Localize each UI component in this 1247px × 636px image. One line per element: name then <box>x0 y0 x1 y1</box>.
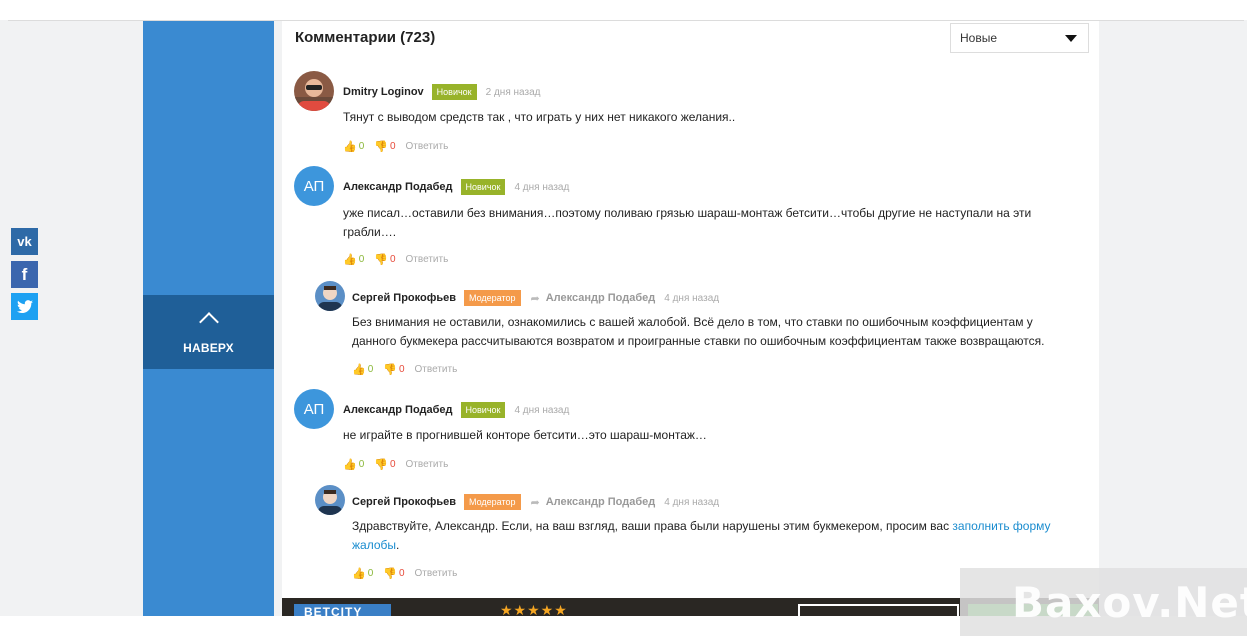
sort-select[interactable]: Новые <box>950 23 1089 53</box>
rank-badge: Модератор <box>464 290 521 306</box>
comments-panel: Комментарии (723) Новые Dmitry Loginov Н… <box>282 21 1099 616</box>
thumbs-down-icon[interactable]: 👎 <box>374 253 388 266</box>
dropdown-arrow-icon <box>1065 35 1077 42</box>
comment-date: 2 дня назад <box>485 86 541 98</box>
comment-header: Dmitry Loginov Новичок 2 дня назад <box>343 84 540 100</box>
comment-date: 4 дня назад <box>514 404 570 416</box>
vk-share-icon[interactable]: vk <box>11 228 38 255</box>
comment-item: АП Александр Подабед Новичок 4 дня назад… <box>294 389 1084 479</box>
reply-link[interactable]: Ответить <box>415 364 458 375</box>
rank-badge: Новичок <box>431 84 477 100</box>
dislikes-count: 0 <box>398 568 405 579</box>
reply-to-name[interactable]: Александр Подабед <box>546 292 656 304</box>
comment-text: Без внимания не оставили, ознакомились с… <box>352 315 1045 348</box>
comment-text: Здравствуйте, Александр. Если, на ваш вз… <box>352 517 1077 555</box>
thumbs-up-icon[interactable]: 👍 <box>343 140 357 153</box>
thumbs-down-icon[interactable]: 👎 <box>383 567 397 580</box>
banner-outline-button[interactable] <box>798 604 959 616</box>
facebook-share-icon[interactable]: f <box>11 261 38 288</box>
comment-reply-item: Сергей Прокофьев Модератор ➦ Александр П… <box>315 281 1085 381</box>
reply-to-name[interactable]: Александр Подабед <box>546 496 656 508</box>
reply-link[interactable]: Ответить <box>415 568 458 579</box>
reply-link[interactable]: Ответить <box>406 459 449 470</box>
back-to-top-label: НАВЕРХ <box>183 341 234 355</box>
reply-arrow-icon: ➦ <box>530 292 540 305</box>
comment-header: Сергей Прокофьев Модератор ➦ Александр П… <box>352 494 719 510</box>
bookmaker-logo: BETCITY <box>294 604 391 616</box>
reply-link[interactable]: Ответить <box>406 254 449 265</box>
back-to-top-button[interactable]: НАВЕРХ <box>143 295 274 369</box>
comment-actions: 👍 0 👎 0 Ответить <box>343 458 448 471</box>
comment-text: уже писал…оставили без внимания…поэтому … <box>343 206 1032 239</box>
comment-header: Александр Подабед Новичок 4 дня назад <box>343 179 569 195</box>
watermark-text: Baxov.Net <box>1012 578 1247 627</box>
thumbs-down-icon[interactable]: 👎 <box>374 140 388 153</box>
comment-header: Александр Подабед Новичок 4 дня назад <box>343 402 569 418</box>
thumbs-up-icon[interactable]: 👍 <box>343 253 357 266</box>
avatar: АП <box>294 389 334 429</box>
thumbs-up-icon[interactable]: 👍 <box>352 567 366 580</box>
comment-text-part: . <box>396 538 400 552</box>
avatar <box>294 71 334 111</box>
rank-badge: Модератор <box>464 494 521 510</box>
twitter-share-icon[interactable] <box>11 293 38 320</box>
author-name[interactable]: Александр Подабед <box>343 181 453 193</box>
likes-count: 0 <box>358 254 365 265</box>
comments-title: Комментарии (723) <box>295 29 436 46</box>
reply-link[interactable]: Ответить <box>406 141 449 152</box>
likes-count: 0 <box>367 364 374 375</box>
sort-selected-value: Новые <box>960 31 998 45</box>
rank-badge: Новичок <box>460 179 506 195</box>
thumbs-down-icon[interactable]: 👎 <box>383 363 397 376</box>
thumbs-up-icon[interactable]: 👍 <box>352 363 366 376</box>
comment-actions: 👍 0 👎 0 Ответить <box>352 567 457 580</box>
likes-count: 0 <box>358 141 365 152</box>
likes-count: 0 <box>358 459 365 470</box>
dislikes-count: 0 <box>398 364 405 375</box>
comment-actions: 👍 0 👎 0 Ответить <box>343 253 448 266</box>
comment-item: Dmitry Loginov Новичок 2 дня назад Тянут… <box>294 71 1084 161</box>
comment-actions: 👍 0 👎 0 Ответить <box>352 363 457 376</box>
author-name[interactable]: Сергей Прокофьев <box>352 496 456 508</box>
dislikes-count: 0 <box>389 254 396 265</box>
rank-badge: Новичок <box>460 402 506 418</box>
reply-arrow-icon: ➦ <box>530 496 540 509</box>
author-name[interactable]: Dmitry Loginov <box>343 86 424 98</box>
comment-date: 4 дня назад <box>664 496 720 508</box>
author-name[interactable]: Сергей Прокофьев <box>352 292 456 304</box>
rating-stars-icon: ★★★★★ <box>500 602 568 616</box>
avatar <box>315 281 345 311</box>
likes-count: 0 <box>367 568 374 579</box>
dislikes-count: 0 <box>389 141 396 152</box>
thumbs-up-icon[interactable]: 👍 <box>343 458 357 471</box>
comment-date: 4 дня назад <box>664 292 720 304</box>
avatar: АП <box>294 166 334 206</box>
comment-text-part: Здравствуйте, Александр. Если, на ваш вз… <box>352 519 953 533</box>
comment-text: не играйте в прогнившей конторе бетсити…… <box>343 428 707 442</box>
comment-item: АП Александр Подабед Новичок 4 дня назад… <box>294 166 1084 271</box>
chevron-up-icon <box>198 312 219 332</box>
thumbs-down-icon[interactable]: 👎 <box>374 458 388 471</box>
comment-date: 4 дня назад <box>514 181 570 193</box>
comment-text: Тянут с выводом средств так , что играть… <box>343 110 736 124</box>
comment-actions: 👍 0 👎 0 Ответить <box>343 140 448 153</box>
author-name[interactable]: Александр Подабед <box>343 404 453 416</box>
twitter-bird-icon <box>16 299 33 313</box>
comment-header: Сергей Прокофьев Модератор ➦ Александр П… <box>352 290 719 306</box>
avatar <box>315 485 345 515</box>
dislikes-count: 0 <box>389 459 396 470</box>
